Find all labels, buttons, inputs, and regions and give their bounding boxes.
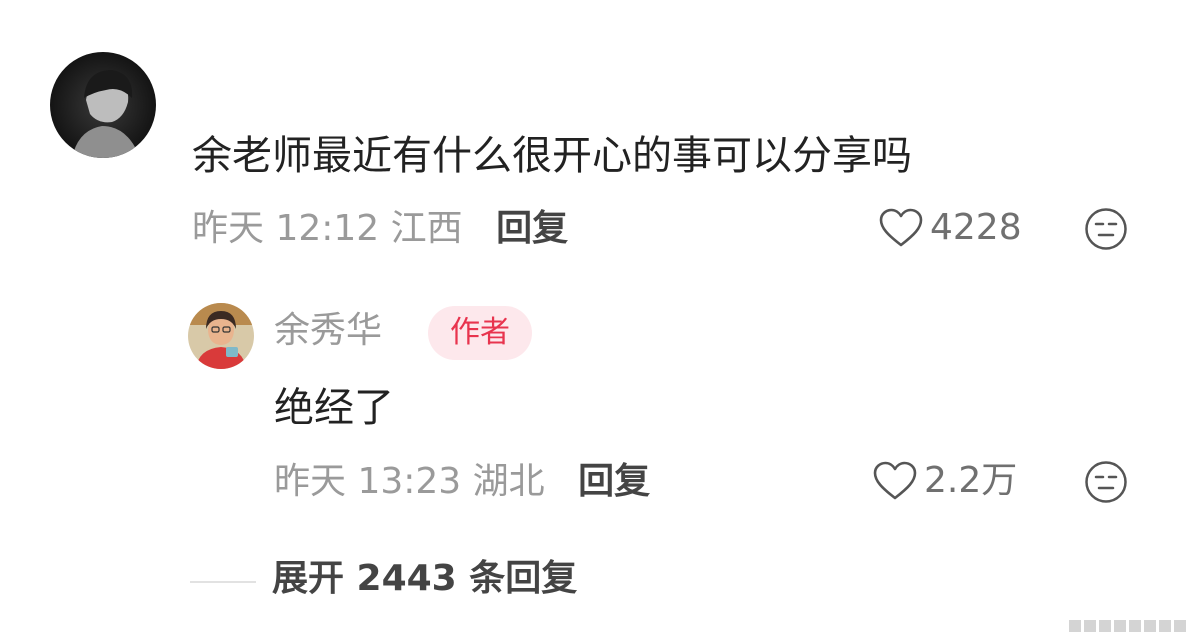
neutral-face-icon [1085, 208, 1127, 250]
comment-text: 余老师最近有什么很开心的事可以分享吗 [192, 133, 912, 179]
comment-time: 昨天 12:12 [192, 208, 380, 249]
reply-location: 湖北 [472, 461, 545, 502]
reply-button[interactable]: 回复 [496, 208, 568, 249]
like-button[interactable]: 4228 [878, 208, 1022, 248]
heart-outline-icon [879, 208, 923, 247]
reply-like-count: 2.2万 [924, 460, 1018, 501]
author-badge: 作者 [428, 306, 532, 360]
reply-like-button[interactable]: 2.2万 [872, 461, 1017, 501]
expand-divider [190, 581, 256, 583]
commenter-avatar[interactable] [50, 52, 156, 158]
reply-meta: 昨天 13:23 湖北 回复 [274, 464, 650, 500]
like-count: 4228 [930, 207, 1022, 248]
heart-outline-icon [873, 461, 917, 500]
author-username[interactable]: 余秀华 [274, 313, 382, 349]
comment-location: 江西 [390, 208, 463, 249]
watermark [1069, 620, 1186, 632]
neutral-face-icon [1085, 461, 1127, 503]
reply-text: 绝经了 [274, 385, 394, 431]
author-avatar[interactable] [188, 303, 254, 369]
expand-replies-button[interactable]: 展开 2443 条回复 [272, 561, 577, 597]
reply-reply-button[interactable]: 回复 [578, 461, 650, 502]
dislike-button[interactable] [1084, 207, 1128, 251]
reply-dislike-button[interactable] [1084, 460, 1128, 504]
reply-time: 昨天 13:23 [274, 461, 462, 502]
comment-meta: 昨天 12:12 江西 回复 [192, 211, 568, 247]
